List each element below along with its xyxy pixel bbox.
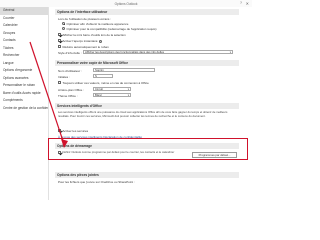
annotation-arrow-head <box>61 139 68 148</box>
annotation-arrow <box>29 41 68 148</box>
annotation-arrow-line <box>29 41 65 145</box>
